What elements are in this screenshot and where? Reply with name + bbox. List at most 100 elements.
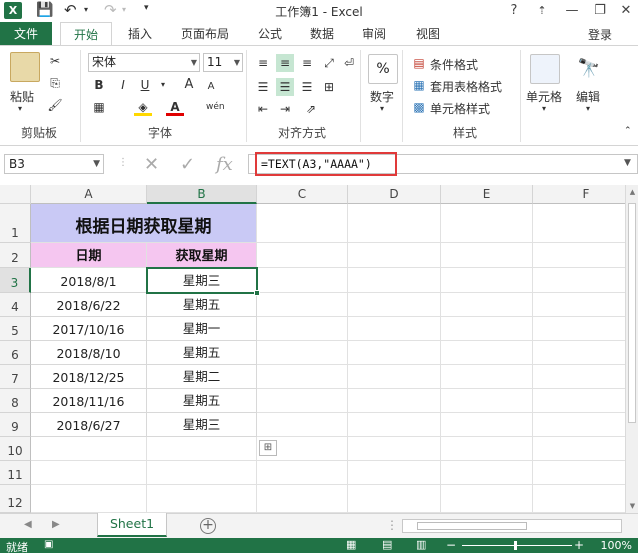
tab-formulas[interactable]: 公式 — [250, 22, 290, 46]
empty-cell[interactable] — [31, 461, 147, 485]
binoculars-icon[interactable]: 🔭 — [574, 54, 604, 84]
date-cell[interactable]: 2018/8/1 — [31, 268, 147, 293]
empty-cell[interactable] — [441, 485, 533, 513]
row-header[interactable]: 4 — [0, 293, 31, 317]
row-header[interactable]: 9 — [0, 413, 31, 437]
font-color-button[interactable]: A — [166, 98, 184, 116]
empty-cell[interactable] — [441, 389, 533, 413]
fill-color-icon[interactable]: ◈ — [134, 98, 152, 116]
name-box[interactable]: B3 ▼ — [4, 154, 104, 174]
empty-cell[interactable] — [348, 413, 441, 437]
select-all-corner[interactable] — [0, 185, 31, 204]
empty-cell[interactable] — [348, 341, 441, 365]
row-header[interactable]: 1 — [0, 204, 31, 243]
decrease-indent-icon[interactable]: ⇤ — [254, 100, 272, 118]
font-name-select[interactable]: 宋体 ▼ — [88, 53, 200, 72]
horizontal-scrollbar[interactable] — [402, 519, 622, 533]
zoom-in-icon[interactable]: + — [574, 538, 584, 552]
cells-icon[interactable] — [530, 54, 560, 84]
zoom-level[interactable]: 100% — [601, 539, 632, 552]
cell-styles-icon[interactable]: ▩ — [410, 98, 428, 116]
minimize-button[interactable]: — — [562, 1, 582, 21]
number-dropdown-icon[interactable]: ▾ — [380, 104, 384, 113]
align-center-icon[interactable]: ☰ — [276, 78, 294, 96]
increase-font-size-button[interactable]: A — [180, 76, 198, 94]
date-cell[interactable]: 2018/11/16 — [31, 389, 147, 413]
cell-styles-button[interactable]: 单元格样式 — [430, 100, 490, 117]
empty-cell[interactable] — [441, 293, 533, 317]
insert-function-button[interactable]: fx — [216, 154, 233, 175]
date-cell[interactable]: 2018/8/10 — [31, 341, 147, 365]
cancel-formula-button[interactable]: ✕ — [144, 154, 159, 175]
empty-cell[interactable] — [533, 293, 625, 317]
cut-icon[interactable]: ✂ — [46, 52, 64, 70]
row-header[interactable]: 12 — [0, 485, 31, 513]
border-icon[interactable]: ▦ — [90, 98, 108, 116]
empty-cell[interactable] — [257, 341, 348, 365]
vertical-scrollbar[interactable]: ▲ ▼ — [625, 185, 638, 513]
scroll-up-icon[interactable]: ▲ — [626, 185, 638, 199]
tab-file[interactable]: 文件 — [0, 22, 52, 46]
date-cell[interactable]: 2017/10/16 — [31, 317, 147, 341]
empty-cell[interactable] — [533, 204, 625, 243]
empty-cell[interactable] — [257, 293, 348, 317]
horizontal-scroll-thumb[interactable] — [417, 522, 527, 530]
sheet-tab-sheet1[interactable]: Sheet1 — [97, 513, 167, 537]
empty-cell[interactable] — [147, 461, 257, 485]
empty-cell[interactable] — [257, 413, 348, 437]
empty-cell[interactable] — [441, 461, 533, 485]
empty-cell[interactable] — [441, 365, 533, 389]
weekday-cell[interactable]: 星期五 — [147, 293, 257, 317]
empty-cell[interactable] — [441, 243, 533, 268]
empty-cell[interactable] — [31, 485, 147, 513]
empty-cell[interactable] — [257, 243, 348, 268]
align-top-icon[interactable]: ≡ — [254, 54, 272, 72]
tab-view[interactable]: 视图 — [408, 22, 448, 46]
copy-icon[interactable]: ⎘ — [46, 74, 64, 92]
empty-cell[interactable] — [257, 268, 348, 293]
weekday-cell[interactable]: 星期一 — [147, 317, 257, 341]
empty-cell[interactable] — [348, 485, 441, 513]
normal-view-icon[interactable]: ▦ — [346, 538, 356, 551]
tab-review[interactable]: 审阅 — [354, 22, 394, 46]
align-left-icon[interactable]: ☰ — [254, 78, 272, 96]
auto-fill-options-icon[interactable]: ⊞ — [259, 440, 277, 456]
header-date-cell[interactable]: 日期 — [31, 243, 147, 268]
empty-cell[interactable] — [533, 317, 625, 341]
empty-cell[interactable] — [348, 437, 441, 461]
zoom-slider-thumb[interactable] — [514, 541, 517, 550]
empty-cell[interactable] — [533, 437, 625, 461]
zoom-out-icon[interactable]: − — [446, 538, 456, 552]
weekday-cell[interactable]: 星期五 — [147, 389, 257, 413]
weekday-cell[interactable]: 星期三 — [147, 413, 257, 437]
cells-dropdown-icon[interactable]: ▾ — [542, 104, 546, 113]
empty-cell[interactable] — [257, 317, 348, 341]
empty-cell[interactable] — [441, 413, 533, 437]
column-header-b[interactable]: B — [147, 185, 257, 204]
previous-sheet-icon[interactable]: ◀ — [24, 519, 32, 530]
underline-dropdown-icon[interactable]: ▾ — [154, 76, 172, 94]
editing-button[interactable]: 编辑 — [576, 88, 600, 105]
empty-cell[interactable] — [348, 317, 441, 341]
empty-cell[interactable] — [533, 485, 625, 513]
date-cell[interactable]: 2018/12/25 — [31, 365, 147, 389]
column-header-f[interactable]: F — [533, 185, 625, 204]
orientation-icon[interactable]: ⤢ — [320, 54, 338, 72]
fill-handle[interactable] — [254, 290, 260, 296]
restore-button[interactable]: ❐ — [590, 1, 610, 21]
empty-cell[interactable] — [441, 204, 533, 243]
align-bottom-icon[interactable]: ≡ — [298, 54, 316, 72]
scroll-down-icon[interactable]: ▼ — [626, 499, 638, 513]
close-button[interactable]: ✕ — [616, 1, 636, 21]
add-sheet-button[interactable]: + — [200, 518, 216, 534]
weekday-cell[interactable]: 星期二 — [147, 365, 257, 389]
empty-cell[interactable] — [441, 341, 533, 365]
font-size-select[interactable]: 11 ▼ — [203, 53, 243, 72]
enter-formula-button[interactable]: ✓ — [180, 154, 195, 175]
formula-highlight[interactable]: =TEXT(A3,"AAAA") — [255, 152, 397, 176]
number-format-button[interactable]: 数字 — [370, 88, 394, 105]
help-button[interactable]: ? — [504, 1, 524, 21]
cells-button[interactable]: 单元格 — [526, 88, 562, 105]
format-painter-icon[interactable]: 🖌 — [46, 96, 64, 114]
bold-button[interactable]: B — [90, 76, 108, 94]
